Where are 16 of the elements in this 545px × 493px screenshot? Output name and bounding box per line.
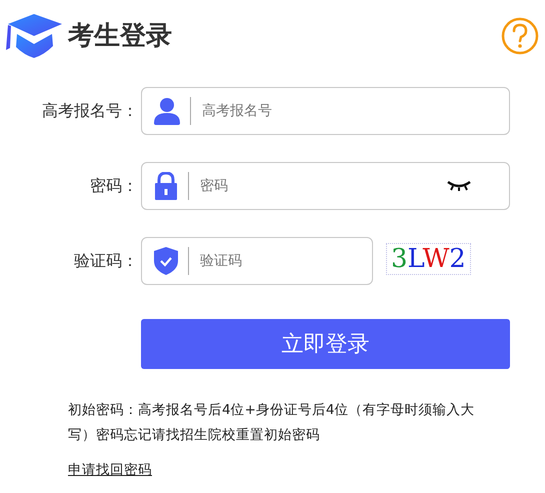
field-label: 高考报名号： — [41, 100, 138, 122]
page-title: 考生登录 — [68, 20, 172, 52]
password-field[interactable]: 密码 — [141, 162, 510, 210]
note-text: 初始密码：高考报名号后4位+身份证号后4位（有字母时须输入大写）密码忘记请找招生院校重置初始密码 — [68, 401, 476, 445]
captcha-image[interactable]: 3LW2 — [386, 243, 471, 275]
field-label: 密码： — [89, 175, 138, 197]
registration-number-field[interactable]: 高考报名号 — [141, 87, 510, 135]
shield-check-icon — [154, 247, 178, 275]
graduation-cap-icon — [6, 14, 62, 58]
captcha-field[interactable]: 验证码 — [141, 237, 373, 285]
field-label: 验证码： — [73, 250, 138, 272]
login-button[interactable]: 立即登录 — [141, 319, 510, 369]
user-icon — [154, 97, 180, 125]
recover-password-link[interactable]: 申请找回密码 — [68, 462, 152, 478]
lock-icon — [154, 172, 178, 200]
closed-eye-icon[interactable] — [447, 180, 471, 192]
